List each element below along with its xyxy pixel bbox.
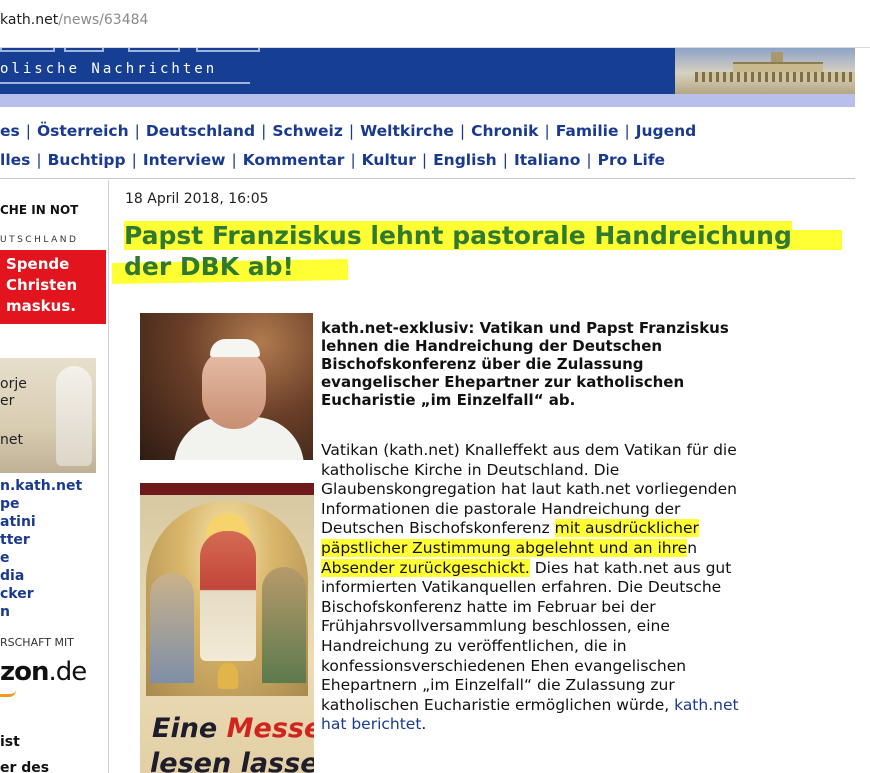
ad-subline: lesen lassen [150,748,314,773]
site-banner[interactable]: olische Nachrichten [0,48,855,94]
nav-item-schweiz[interactable]: Schweiz [272,122,343,140]
nav-item-italiano[interactable]: Italiano [514,151,580,169]
banner-photo [675,48,855,94]
nav-item-chronik[interactable]: Chronik [471,122,538,140]
sidebar-link[interactable]: tter [0,532,30,548]
nav-item-kommentar[interactable]: Kommentar [243,151,345,169]
left-sidebar: CHE IN NOT UTSCHLAND Spende Christen mas… [0,180,108,773]
nav-item-deutschland[interactable]: Deutschland [146,122,255,140]
hat-berichtet-link[interactable]: hat berichtet [321,715,421,733]
url-path: /news/63484 [58,12,149,28]
article-title: Papst Franziskus lehnt pastorale Handrei… [124,221,792,281]
nav-row-2: lles | Buchtipp | Interview | Kommentar | Kultur… [0,151,666,169]
sidebar-bottom-text: er des [0,760,50,773]
nav-row-1: es | Österreich | Deutschland | Schweiz | Weltki… [0,122,697,140]
article-date: 18 April 2018, 16:05 [125,191,269,207]
kath-net-link[interactable]: kath.net [674,696,738,714]
nav-item[interactable]: lles [0,151,30,169]
nav-item-familie[interactable]: Familie [556,122,619,140]
sidebar-subheading: UTSCHLAND [0,235,79,245]
nav-item-kultur[interactable]: Kultur [362,151,416,169]
sidebar-link[interactable]: atini [0,514,36,530]
nav-item-jugend[interactable]: Jugend [636,122,697,140]
donation-banner[interactable]: Spende Christen maskus. [0,250,106,324]
statue-figure [56,366,92,466]
sidebar-divider [108,180,109,773]
nav-item-oesterreich[interactable]: Österreich [37,122,129,140]
ad-headline: Eine Messe [152,713,314,744]
article-body: Vatikan (kath.net) Knalleffekt aus dem V… [321,441,739,734]
amazon-smile-icon [0,690,16,697]
partner-label: RSCHAFT MIT [0,636,74,649]
url-text[interactable]: kath.net/news/63484 [0,12,148,28]
sidebar-link[interactable]: n.kath.net [0,478,82,494]
site-tagline: olische Nachrichten [0,61,218,77]
pope-photo [140,313,313,460]
sidebar-link[interactable]: n [0,604,10,620]
banner-strip [0,94,855,107]
nav-divider [0,178,855,179]
sidebar-link[interactable]: e [0,550,10,566]
sidebar-link[interactable]: dia [0,568,24,584]
nav-item-buchtipp[interactable]: Buchtipp [48,151,126,169]
nav-item-english[interactable]: English [433,151,497,169]
chalice-icon [218,663,238,689]
article-lead: kath.net-exklusiv: Vatikan und Papst Fra… [321,319,729,409]
sidebar-link[interactable]: pe [0,496,20,512]
mass-ad-image[interactable]: Eine Messe lesen lassen [140,483,314,773]
nav-item-weltkirche[interactable]: Weltkirche [360,122,454,140]
sidebar-photo-ad[interactable]: orje er net [0,358,96,473]
url-domain: kath.net [0,12,59,28]
nav-item-pro-life[interactable]: Pro Life [598,151,666,169]
nav-item[interactable]: es [0,122,20,140]
logo-fragment [0,48,300,56]
sidebar-bottom-text: ist [0,734,20,750]
sidebar-link[interactable]: cker [0,586,34,602]
nav-item-interview[interactable]: Interview [143,151,226,169]
tagline-rule [0,82,250,84]
address-bar[interactable]: kath.net/news/63484 [0,0,870,48]
amazon-logo[interactable]: zon.de [0,657,87,687]
sidebar-heading: CHE IN NOT [0,203,79,217]
